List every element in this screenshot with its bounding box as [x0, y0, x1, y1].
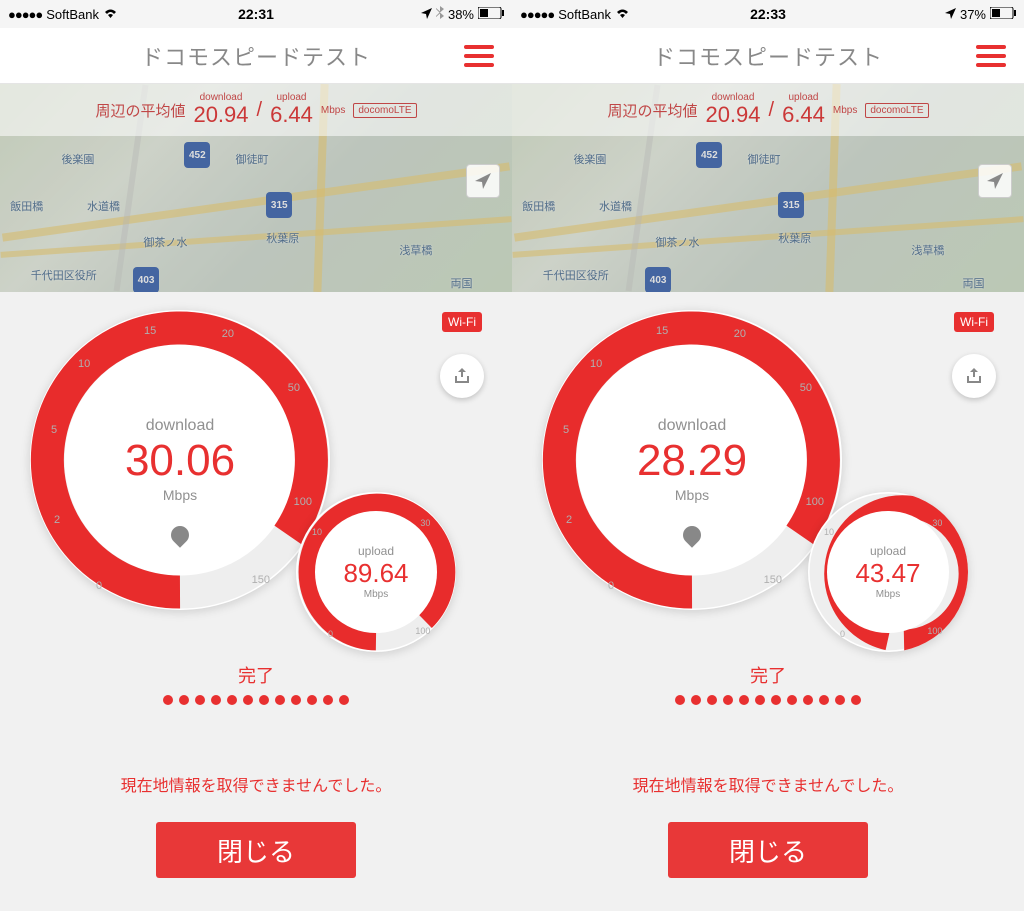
result-panel: Wi-Fi download 28.29 Mbps 0 2 5 10	[512, 292, 1024, 911]
network-badge: docomoLTE	[353, 103, 416, 118]
connection-badge: Wi-Fi	[442, 312, 482, 332]
error-message: 現在地情報を取得できませんでした。	[0, 772, 512, 796]
screen-right: ●●●●● SoftBank 22:33 37% ドコモスピードテスト 飯田橋 …	[512, 0, 1024, 911]
progress-dots	[0, 692, 512, 710]
upload-value: 43.47	[855, 558, 920, 589]
app-title: ドコモスピードテスト	[141, 40, 371, 72]
download-value: 30.06	[125, 435, 235, 488]
download-gauge: download 28.29 Mbps 0 2 5 10 15 20 50 10…	[542, 310, 842, 610]
avg-label: 周辺の平均値	[607, 100, 697, 121]
area-average-bar: 周辺の平均値 download 20.94 / upload 6.44 Mbps…	[512, 84, 1024, 136]
status-bar: ●●●●● SoftBank 22:33 37%	[512, 0, 1024, 28]
close-button[interactable]: 閉じる	[668, 822, 868, 878]
app-header: ドコモスピードテスト	[0, 28, 512, 84]
avg-label: 周辺の平均値	[95, 100, 185, 121]
avg-upload: 6.44	[270, 103, 313, 127]
connection-badge: Wi-Fi	[954, 312, 994, 332]
menu-icon[interactable]	[976, 45, 1006, 67]
share-button[interactable]	[952, 354, 996, 398]
area-average-bar: 周辺の平均値 download 20.94 / upload 6.44 Mbps…	[0, 84, 512, 136]
error-message: 現在地情報を取得できませんでした。	[512, 772, 1024, 796]
network-badge: docomoLTE	[865, 103, 928, 118]
clock: 22:33	[512, 6, 1024, 22]
map[interactable]: 飯田橋 水道橋 御茶ノ水 秋葉原 浅草橋 両国 千代田区役所 御徒町 後楽園 4…	[0, 84, 512, 292]
share-button[interactable]	[440, 354, 484, 398]
app-header: ドコモスピードテスト	[512, 28, 1024, 84]
result-panel: Wi-Fi download 30.06 Mbps 0 2 5 10	[0, 292, 512, 911]
close-button[interactable]: 閉じる	[156, 822, 356, 878]
progress-dots	[512, 692, 1024, 710]
app-title: ドコモスピードテスト	[653, 40, 883, 72]
avg-download: 20.94	[193, 103, 248, 127]
download-value: 28.29	[637, 435, 747, 488]
screen-left: ●●●●● SoftBank 22:31 38% ドコモスピードテスト	[0, 0, 512, 911]
download-gauge: download 30.06 Mbps 0 2 5 10 15 20 50 10…	[30, 310, 330, 610]
test-status: 完了	[512, 662, 1024, 688]
test-status: 完了	[0, 662, 512, 688]
map[interactable]: 飯田橋 水道橋 御茶ノ水 秋葉原 浅草橋 両国 千代田区役所 御徒町 後楽園 4…	[512, 84, 1024, 292]
avg-download: 20.94	[705, 103, 760, 127]
upload-value: 89.64	[343, 558, 408, 589]
menu-icon[interactable]	[464, 45, 494, 67]
locate-button[interactable]	[978, 164, 1012, 198]
clock: 22:31	[0, 6, 512, 22]
gauge-needle-icon	[679, 523, 704, 548]
avg-upload: 6.44	[782, 103, 825, 127]
status-bar: ●●●●● SoftBank 22:31 38%	[0, 0, 512, 28]
upload-gauge: upload 43.47 Mbps 0 10 30 100	[808, 492, 968, 652]
upload-gauge: upload 89.64 Mbps 0 10 30 100	[296, 492, 456, 652]
locate-button[interactable]	[466, 164, 500, 198]
gauge-needle-icon	[167, 523, 192, 548]
